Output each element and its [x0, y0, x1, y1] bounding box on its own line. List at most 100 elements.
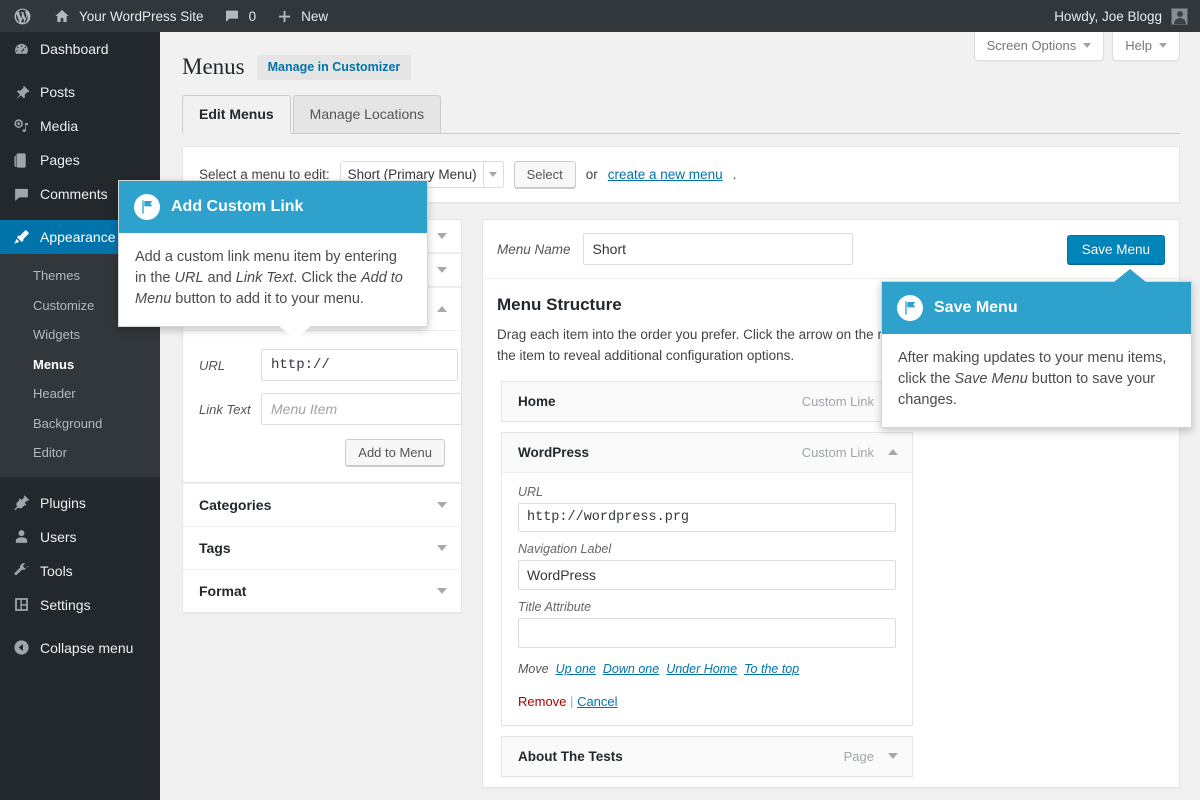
- wrench-icon: [11, 561, 31, 581]
- sidebar-separator: [0, 477, 160, 486]
- manage-in-customizer-button[interactable]: Manage in Customizer: [257, 55, 412, 80]
- custom-link-text-input[interactable]: [261, 393, 462, 425]
- comments-menu[interactable]: 0: [213, 0, 266, 32]
- menu-item-navlabel-label: Navigation Label: [518, 542, 896, 556]
- menu-item-url-field: URL: [518, 485, 896, 532]
- help-label: Help: [1125, 38, 1152, 53]
- sidebar-item-collapse-menu[interactable]: Collapse menu: [0, 631, 160, 665]
- sidebar-item-settings[interactable]: Settings: [0, 588, 160, 622]
- or-text: or: [586, 167, 598, 182]
- wordpress-logo-menu[interactable]: [0, 0, 43, 32]
- accordion-categories-title: Categories: [199, 497, 271, 513]
- move-down-one-link[interactable]: Down one: [603, 662, 659, 676]
- pointer-header: Add Custom Link: [119, 181, 427, 233]
- menu-item-home[interactable]: Home Custom Link: [501, 381, 913, 422]
- sidebar-item-menus[interactable]: Menus: [0, 350, 160, 380]
- help-button[interactable]: Help: [1112, 32, 1180, 61]
- custom-link-text-row: Link Text: [199, 393, 445, 425]
- tab-edit-menus[interactable]: Edit Menus: [182, 95, 291, 134]
- pages-icon: [11, 150, 31, 170]
- howdy-label[interactable]: Howdy, Joe Blogg: [1054, 9, 1162, 24]
- site-name-label: Your WordPress Site: [79, 9, 204, 24]
- menu-item-about-the-tests[interactable]: About The Tests Page: [501, 736, 913, 777]
- remove-link[interactable]: Remove: [518, 694, 566, 709]
- sidebar-label: Pages: [40, 153, 80, 167]
- sidebar-item-dashboard[interactable]: Dashboard: [0, 32, 160, 66]
- menu-item-titleattr-input[interactable]: [518, 618, 896, 648]
- flag-icon: [897, 295, 923, 321]
- move-under-home-link[interactable]: Under Home: [666, 662, 737, 676]
- new-content-menu[interactable]: New: [265, 0, 337, 32]
- accordion-format-header[interactable]: Format: [183, 569, 461, 612]
- create-new-menu-link[interactable]: create a new menu: [608, 167, 723, 182]
- sidebar-item-background[interactable]: Background: [0, 409, 160, 439]
- sidebar-item-tools[interactable]: Tools: [0, 554, 160, 588]
- menu-item-wordpress[interactable]: WordPress Custom Link URL: [501, 432, 913, 726]
- wordpress-logo-icon: [12, 6, 32, 26]
- menu-name-input[interactable]: [583, 233, 853, 265]
- custom-link-url-row: URL: [199, 349, 445, 381]
- chevron-down-icon: [437, 233, 447, 239]
- menu-item-name: About The Tests: [518, 749, 623, 764]
- admin-sidebar: Dashboard Posts Media: [0, 32, 160, 800]
- accordion-tags-header[interactable]: Tags: [183, 526, 461, 569]
- move-to-top-link[interactable]: To the top: [744, 662, 799, 676]
- custom-links-footer: Add to Menu: [199, 437, 445, 466]
- add-to-menu-button[interactable]: Add to Menu: [345, 439, 445, 466]
- screen-options-button[interactable]: Screen Options: [974, 32, 1105, 61]
- accordion-format-title: Format: [199, 583, 246, 599]
- pointer-text: . Click the: [293, 270, 361, 286]
- sidebar-item-users[interactable]: Users: [0, 520, 160, 554]
- menu-item-titleattr-field: Title Attribute: [518, 600, 896, 648]
- custom-link-url-input[interactable]: [261, 349, 458, 381]
- menu-item-header[interactable]: About The Tests Page: [502, 737, 912, 776]
- save-menu-button-top[interactable]: Save Menu: [1067, 235, 1165, 264]
- menu-item-navlabel-input[interactable]: [518, 560, 896, 590]
- tab-manage-locations[interactable]: Manage Locations: [293, 95, 441, 133]
- screen-meta-links: Screen Options Help: [974, 32, 1180, 61]
- sidebar-item-pages[interactable]: Pages: [0, 143, 160, 177]
- sidebar-label: Appearance: [40, 230, 116, 244]
- menu-item-type: Custom Link: [802, 394, 874, 409]
- sidebar-item-posts[interactable]: Posts: [0, 75, 160, 109]
- pointer-text: button to add it to your menu.: [171, 291, 364, 307]
- pointer-arrow-down-icon: [279, 326, 311, 339]
- menu-items-list: Home Custom Link WordPress Custom Link: [497, 367, 1165, 777]
- chevron-down-icon: [437, 588, 447, 594]
- menu-item-titleattr-label: Title Attribute: [518, 600, 896, 614]
- chevron-down-icon[interactable]: [888, 753, 898, 759]
- chevron-up-icon[interactable]: [888, 449, 898, 455]
- wordpress-admin-screen: Your WordPress Site 0 New Howdy, Joe Blo…: [0, 0, 1200, 800]
- pointer-title: Save Menu: [934, 299, 1018, 317]
- pin-icon: [11, 82, 31, 102]
- sidebar-item-plugins[interactable]: Plugins: [0, 486, 160, 520]
- menu-item-header[interactable]: WordPress Custom Link: [502, 433, 912, 472]
- sidebar-item-media[interactable]: Media: [0, 109, 160, 143]
- menu-item-url-input[interactable]: [518, 503, 896, 532]
- avatar[interactable]: [1171, 8, 1188, 25]
- site-name-menu[interactable]: Your WordPress Site: [43, 0, 213, 32]
- sidebar-item-header[interactable]: Header: [0, 379, 160, 409]
- sidebar-separator: [0, 66, 160, 75]
- pointer-arrow-up-icon: [1114, 269, 1146, 282]
- period: .: [733, 167, 737, 182]
- menu-name-bar: Menu Name Save Menu: [483, 220, 1179, 279]
- pointer-text-em: Link Text: [236, 270, 294, 286]
- menu-item-header[interactable]: Home Custom Link: [502, 382, 912, 421]
- comment-bubble-icon: [222, 6, 242, 26]
- media-icon: [11, 116, 31, 136]
- menu-item-url-label: URL: [518, 485, 896, 499]
- page-title: Menus: [182, 54, 245, 80]
- screen-options-label: Screen Options: [987, 38, 1077, 53]
- select-button[interactable]: Select: [514, 161, 576, 188]
- accordion-categories-header[interactable]: Categories: [183, 483, 461, 526]
- collapse-arrow-icon: [11, 638, 31, 658]
- chevron-down-icon: [437, 267, 447, 273]
- plus-icon: [274, 6, 294, 26]
- sidebar-item-editor[interactable]: Editor: [0, 438, 160, 468]
- cancel-link[interactable]: Cancel: [577, 694, 617, 709]
- sidebar-separator: [0, 622, 160, 631]
- move-up-one-link[interactable]: Up one: [556, 662, 596, 676]
- user-icon: [11, 527, 31, 547]
- menu-item-type: Custom Link: [802, 445, 874, 460]
